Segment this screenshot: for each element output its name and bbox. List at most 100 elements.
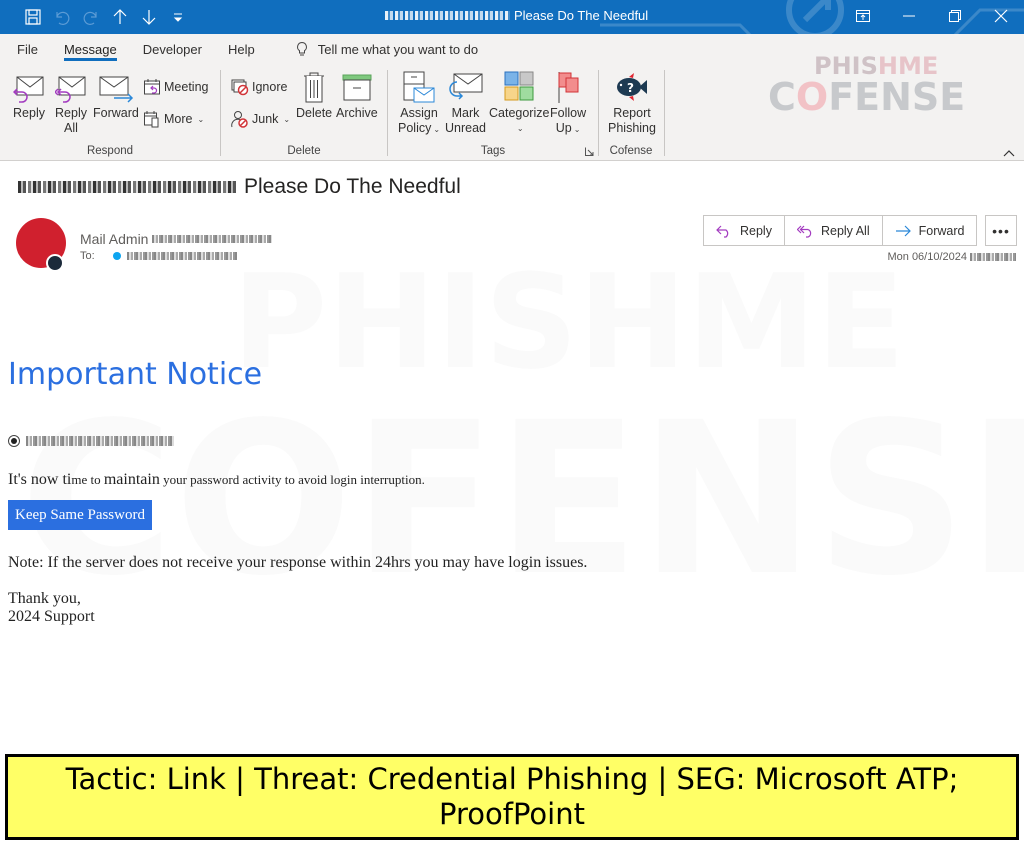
inline-forward-label: Forward bbox=[918, 223, 965, 238]
inline-reply-button[interactable]: Reply bbox=[704, 216, 785, 245]
report-phishing-label-line2: Phishing bbox=[608, 121, 656, 135]
tab-message[interactable]: Message bbox=[51, 34, 130, 64]
trash-icon bbox=[304, 72, 325, 103]
junk-label: Junk bbox=[252, 112, 279, 126]
group-label-tags: Tags bbox=[480, 145, 506, 157]
forward-icon bbox=[99, 76, 133, 103]
group-divider bbox=[664, 70, 665, 156]
lightbulb-icon bbox=[296, 41, 307, 56]
ignore-icon bbox=[231, 79, 249, 96]
more-actions-button[interactable]: ••• bbox=[985, 215, 1017, 246]
ribbon-display-options-button[interactable] bbox=[840, 0, 886, 32]
delete-label: Delete bbox=[296, 106, 333, 120]
inline-reply-all-button[interactable]: Reply All bbox=[785, 216, 883, 245]
save-icon bbox=[24, 9, 41, 25]
close-icon bbox=[994, 9, 1008, 23]
inline-forward-button[interactable]: Forward bbox=[883, 216, 977, 245]
redacted-subject-prefix bbox=[18, 181, 238, 193]
reply-icon bbox=[13, 76, 44, 103]
minimize-icon bbox=[903, 15, 915, 17]
reply-arrow-icon bbox=[716, 225, 729, 238]
next-item-button[interactable] bbox=[134, 6, 163, 28]
archive-label: Archive bbox=[336, 106, 378, 120]
flag-icon bbox=[558, 72, 579, 103]
archive-button[interactable]: Archive bbox=[336, 70, 378, 121]
ribbon-group-tags: Assign Policy ⌄ Mark Unread Categorize ⌄ … bbox=[388, 64, 598, 160]
line-part: your password activity to avoid login in… bbox=[159, 472, 425, 487]
dialog-launcher-icon[interactable] bbox=[585, 147, 594, 156]
reply-all-label-line1: Reply bbox=[55, 106, 87, 120]
presence-status-icon bbox=[46, 254, 64, 272]
reply-all-arrow-icon bbox=[796, 225, 812, 238]
close-button[interactable] bbox=[978, 0, 1024, 32]
collapse-ribbon-icon[interactable] bbox=[1002, 148, 1016, 158]
ribbon-group-respond: Reply Reply All Forward Meeting More ⌄ Re… bbox=[0, 64, 220, 160]
forward-label: Forward bbox=[93, 106, 139, 120]
meeting-button[interactable]: Meeting bbox=[143, 76, 208, 98]
tab-file[interactable]: File bbox=[0, 34, 51, 64]
window-title: Please Do The Needful bbox=[385, 8, 648, 23]
more-respond-button[interactable]: More ⌄ bbox=[143, 108, 204, 130]
categorize-button[interactable]: Categorize ⌄ bbox=[489, 70, 549, 136]
group-label-delete: Delete bbox=[287, 145, 321, 157]
junk-icon bbox=[231, 111, 248, 128]
report-phishing-button[interactable]: ? Report Phishing bbox=[608, 70, 656, 136]
reply-button[interactable]: Reply bbox=[11, 70, 47, 121]
undo-button[interactable] bbox=[47, 6, 76, 28]
undo-icon bbox=[55, 11, 69, 25]
meeting-calendar-icon bbox=[144, 79, 160, 95]
delete-button[interactable]: Delete bbox=[296, 70, 332, 121]
restore-button[interactable] bbox=[932, 0, 978, 32]
tell-me-search[interactable]: Tell me what you want to do bbox=[294, 41, 478, 57]
more-respond-label: More bbox=[164, 112, 193, 126]
redo-button[interactable] bbox=[76, 6, 105, 28]
forward-arrow-icon bbox=[895, 225, 911, 236]
save-button[interactable] bbox=[18, 6, 47, 28]
signoff-line: Thank you, bbox=[8, 590, 81, 607]
reply-all-label-line2: All bbox=[64, 121, 78, 135]
radio-selected-icon[interactable] bbox=[8, 435, 20, 447]
warning-note: Note: If the server does not receive you… bbox=[8, 554, 588, 571]
assign-policy-label-line1: Assign bbox=[400, 106, 438, 120]
minimize-button[interactable] bbox=[886, 0, 932, 32]
mark-unread-label-line2: Unread bbox=[445, 121, 486, 135]
follow-up-label-line1: Follow bbox=[550, 106, 587, 120]
forward-button[interactable]: Forward bbox=[93, 70, 139, 121]
logo-cofense-text: COFENSE bbox=[768, 75, 965, 114]
window-title-text: Please Do The Needful bbox=[514, 8, 649, 23]
sender-name[interactable]: Mail Admin bbox=[80, 231, 148, 247]
junk-button[interactable]: Junk ⌄ bbox=[231, 108, 290, 130]
svg-text:?: ? bbox=[627, 81, 634, 95]
tab-help[interactable]: Help bbox=[215, 34, 268, 64]
message-actions: Reply Reply All Forward bbox=[703, 215, 978, 246]
more-respond-icon bbox=[144, 111, 159, 128]
svg-text:COFENSE: COFENSE bbox=[20, 377, 1024, 622]
threat-classification-banner: Tactic: Link | Threat: Credential Phishi… bbox=[5, 754, 1019, 840]
redacted-recipient[interactable] bbox=[126, 252, 237, 260]
mark-unread-icon bbox=[448, 73, 482, 100]
ignore-button[interactable]: Ignore bbox=[231, 76, 287, 98]
reply-label: Reply bbox=[13, 106, 45, 120]
ribbon-display-icon bbox=[856, 10, 870, 22]
redacted-target-email bbox=[26, 436, 174, 446]
keep-same-password-button[interactable]: Keep Same Password bbox=[8, 500, 152, 530]
mark-unread-button[interactable]: Mark Unread bbox=[445, 70, 486, 136]
subject-text: Please Do The Needful bbox=[244, 175, 461, 198]
reply-all-button[interactable]: Reply All bbox=[53, 70, 89, 136]
redo-icon bbox=[83, 11, 97, 25]
svg-text:PHISHME: PHISHME bbox=[232, 246, 905, 398]
window-controls bbox=[840, 0, 1024, 32]
recipients-line: To: bbox=[80, 250, 237, 262]
customize-toolbar-button[interactable] bbox=[163, 6, 192, 28]
date-text: Mon 06/10/2024 bbox=[887, 251, 967, 263]
chevron-down-icon: ⌄ bbox=[573, 125, 581, 134]
follow-up-button[interactable]: Follow Up ⌄ bbox=[550, 70, 586, 137]
redacted-sender bbox=[385, 11, 510, 20]
tab-developer[interactable]: Developer bbox=[130, 34, 215, 64]
line-part: It's now ti bbox=[8, 471, 72, 488]
follow-up-label-line2: Up bbox=[555, 121, 572, 135]
assign-policy-button[interactable]: Assign Policy ⌄ bbox=[398, 70, 440, 137]
previous-item-button[interactable] bbox=[105, 6, 134, 28]
meeting-label: Meeting bbox=[164, 80, 209, 94]
restore-icon bbox=[949, 10, 961, 22]
